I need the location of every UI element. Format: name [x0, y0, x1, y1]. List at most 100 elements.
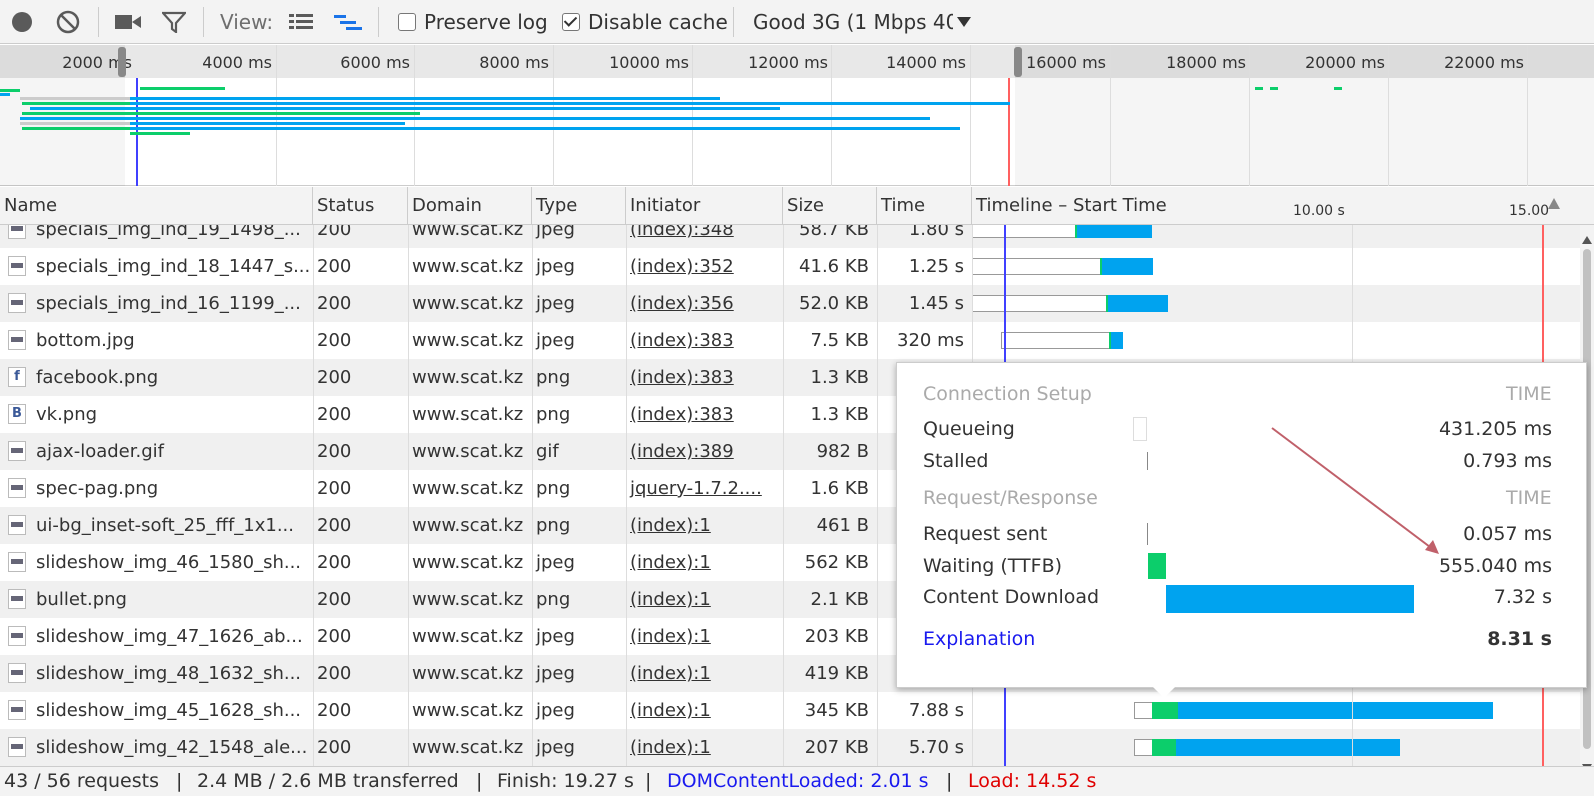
cell-type: png [536, 404, 571, 425]
dropdown-arrow-icon [957, 11, 971, 33]
column-header-type[interactable]: Type [532, 187, 626, 225]
overview-bar [22, 102, 132, 105]
overview-tick: 6000 ms [340, 53, 410, 72]
cell-status: 200 [317, 478, 352, 499]
dom-content-loaded-time: DOMContentLoaded: 2.01 s [667, 770, 929, 792]
waterfall-queue-bar [972, 258, 1100, 275]
overview-bar [130, 122, 405, 125]
column-header-name[interactable]: Name [0, 187, 313, 225]
overview-gridline [1527, 45, 1528, 186]
cell-status: 200 [317, 367, 352, 388]
column-header-initiator[interactable]: Initiator [626, 187, 783, 225]
cell-initiator[interactable]: (index):383 [626, 396, 783, 433]
table-row[interactable]: slideshow_img_45_1628_sh... 200 www.scat.k… [0, 692, 1580, 729]
total-time-value: 8.31 s [1487, 628, 1552, 650]
waterfall-queue-bar [972, 295, 1106, 312]
preserve-log-checkbox[interactable]: Preserve log [398, 0, 548, 44]
filter-icon[interactable] [156, 0, 192, 44]
cell-domain: www.scat.kz [412, 552, 524, 573]
cell-initiator[interactable]: (index):356 [626, 285, 783, 322]
overview-dimmed-left-area [0, 78, 125, 186]
cell-initiator[interactable]: (index):1 [626, 692, 783, 729]
record-icon[interactable] [4, 0, 40, 44]
overview-bar [1334, 87, 1342, 90]
cell-status: 200 [317, 441, 352, 462]
cell-status: 200 [317, 589, 352, 610]
cell-type: png [536, 515, 571, 536]
column-header-timeline[interactable]: Timeline – Start Time 10.00 s 15.00 [972, 187, 1594, 225]
cell-name: vk.png [36, 404, 98, 425]
cell-status: 200 [317, 663, 352, 684]
cell-size: 41.6 KB [799, 256, 869, 277]
cell-initiator[interactable]: (index):389 [626, 433, 783, 470]
cell-initiator[interactable]: (index):1 [626, 507, 783, 544]
camera-icon[interactable] [110, 0, 146, 44]
cell-initiator[interactable]: (index):1 [626, 581, 783, 618]
cell-domain: www.scat.kz [412, 225, 524, 240]
scroll-up-icon[interactable] [1582, 227, 1592, 249]
cell-type: gif [536, 441, 559, 462]
waiting-label: Waiting (TTFB) [923, 555, 1063, 577]
overview-gridline [276, 45, 277, 186]
list-view-icon[interactable] [283, 0, 319, 44]
view-label: View: [220, 10, 274, 34]
clear-icon[interactable] [50, 0, 86, 44]
table-row[interactable]: slideshow_img_42_1548_ale... 200 www.scat.… [0, 729, 1580, 766]
cell-domain: www.scat.kz [412, 478, 524, 499]
cell-initiator[interactable]: (index):1 [626, 729, 783, 766]
overview-bar [22, 112, 132, 115]
throttling-value: Good 3G (1 Mbps 40п [753, 10, 953, 34]
queueing-bar [1133, 417, 1147, 441]
disable-cache-checkbox[interactable]: Disable cache [562, 0, 728, 44]
column-divider [783, 225, 784, 766]
cell-initiator[interactable]: (index):1 [626, 655, 783, 692]
cell-name: ajax-loader.gif [36, 441, 164, 462]
throttling-select[interactable]: Good 3G (1 Mbps 40п [753, 0, 973, 44]
table-row[interactable]: specials_img_ind_19_1498_... 200 www.scat.… [0, 225, 1580, 248]
cell-size: 345 KB [804, 700, 869, 721]
overview-tick: 18000 ms [1166, 53, 1246, 72]
disable-cache-check[interactable] [562, 13, 580, 31]
cell-initiator[interactable]: (index):383 [626, 322, 783, 359]
explanation-link[interactable]: Explanation [923, 628, 1035, 650]
content-download-label: Content Download [923, 586, 1100, 608]
cell-size: 1.3 KB [810, 404, 870, 425]
table-row[interactable]: specials_img_ind_18_1447_s... 200 www.scat… [0, 248, 1580, 285]
cell-size: 52.0 KB [799, 293, 869, 314]
overview-left-handle[interactable] [118, 47, 126, 77]
overview-gridline [692, 45, 693, 186]
cell-size: 1.3 KB [810, 367, 870, 388]
overview-ruler: 2000 ms 4000 ms 6000 ms 8000 ms 10000 ms… [0, 45, 1594, 78]
cell-domain: www.scat.kz [412, 663, 524, 684]
cell-initiator[interactable]: (index):352 [626, 248, 783, 285]
cell-name: specials_img_ind_18_1447_s... [36, 256, 311, 277]
table-row[interactable]: bottom.jpg 200 www.scat.kz jpeg (index):383 7… [0, 322, 1580, 359]
overview-gridline [1388, 45, 1389, 186]
cell-initiator[interactable]: (index):1 [626, 618, 783, 655]
cell-initiator[interactable]: (index):1 [626, 544, 783, 581]
cell-time: 7.88 s [908, 700, 964, 721]
cell-initiator[interactable]: jquery-1.7.2.... [626, 470, 783, 507]
overview-bar [1255, 87, 1263, 90]
table-row[interactable]: specials_img_ind_16_1199_... 200 www.scat.… [0, 285, 1580, 322]
overview-gridline [553, 45, 554, 186]
overview-right-handle[interactable] [1014, 47, 1022, 77]
network-overview[interactable]: 2000 ms 4000 ms 6000 ms 8000 ms 10000 ms… [0, 45, 1594, 186]
cell-domain: www.scat.kz [412, 367, 524, 388]
column-header-size[interactable]: Size [783, 187, 877, 225]
cell-status: 200 [317, 330, 352, 351]
cell-initiator[interactable]: (index):383 [626, 359, 783, 396]
queueing-label: Queueing [923, 418, 1015, 440]
overview-load-marker [1008, 78, 1010, 186]
cell-type: jpeg [536, 663, 575, 684]
column-header-time[interactable]: Time [877, 187, 972, 225]
cell-initiator[interactable]: (index):348 [626, 225, 783, 248]
preserve-log-check[interactable] [398, 13, 416, 31]
column-header-domain[interactable]: Domain [408, 187, 532, 225]
finish-time: Finish: 19.27 s [497, 770, 634, 792]
column-header-status[interactable]: Status [313, 187, 408, 225]
cell-domain: www.scat.kz [412, 737, 524, 758]
cell-status: 200 [317, 293, 352, 314]
waterfall-queue-bar [972, 225, 1075, 238]
waterfall-view-icon[interactable] [330, 0, 366, 44]
